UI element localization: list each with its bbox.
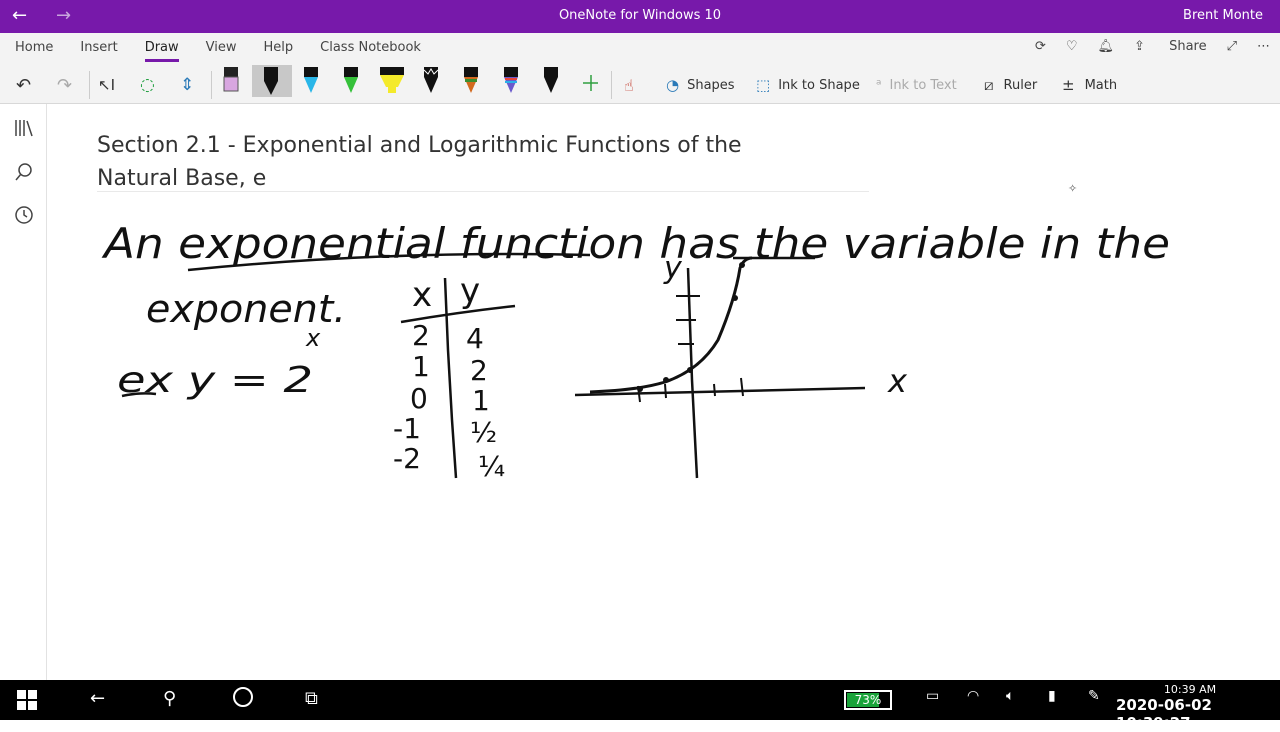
microphone-icon[interactable]: ▮ <box>1048 688 1056 704</box>
graph-y-label: y <box>663 251 683 286</box>
handwriting-line-1: An exponential function has the variable… <box>101 219 1170 268</box>
table-cell: ½ <box>470 416 497 449</box>
example-equation: ex y = 2 <box>117 360 313 401</box>
table-header-x: x <box>412 275 432 315</box>
windows-taskbar: ← ⚲ ⧉ 73% ▭ ◠ 🔈︎ ▮ ✎ 10:39 AM 2020-06-02… <box>0 680 1280 732</box>
cursor-icon: ✧ <box>1068 182 1077 195</box>
table-cell: 0 <box>410 382 428 415</box>
wifi-icon[interactable]: ◠ <box>967 688 979 704</box>
example-exponent: x <box>305 324 321 352</box>
table-cell: 2 <box>470 354 488 387</box>
table-cell: 1 <box>472 384 490 417</box>
battery-icon[interactable]: ▭ <box>926 688 939 704</box>
battery-percent: 73% <box>854 693 882 707</box>
table-cell: -2 <box>393 442 421 475</box>
cortana-icon[interactable] <box>233 687 253 707</box>
volume-icon[interactable]: 🔈︎ <box>1006 688 1014 704</box>
task-view-icon[interactable]: ⧉ <box>305 688 318 709</box>
windows-start-icon[interactable] <box>17 690 37 710</box>
table-column-divider <box>443 277 458 479</box>
back-arrow-icon[interactable]: ← <box>90 688 105 709</box>
battery-indicator[interactable]: 73% <box>844 690 892 710</box>
table-cell: 4 <box>466 322 484 355</box>
table-cell: 1 <box>412 350 430 383</box>
table-header-y: y <box>460 271 480 311</box>
clock-time[interactable]: 10:39 AM <box>1160 683 1220 696</box>
graph-x-label: x <box>887 362 908 400</box>
graph-y-axis <box>686 267 699 479</box>
table-cell: ¼ <box>478 450 505 483</box>
recording-timestamp: 2020-06-02 10:39:27 <box>1116 696 1212 732</box>
search-icon[interactable]: ⚲ <box>163 688 176 709</box>
pen-workspace-icon[interactable]: ✎ <box>1088 688 1100 704</box>
ink-layer: An exponential function has the variable… <box>101 182 1170 483</box>
table-cell: -1 <box>393 412 421 445</box>
table-cell: 2 <box>412 319 430 352</box>
